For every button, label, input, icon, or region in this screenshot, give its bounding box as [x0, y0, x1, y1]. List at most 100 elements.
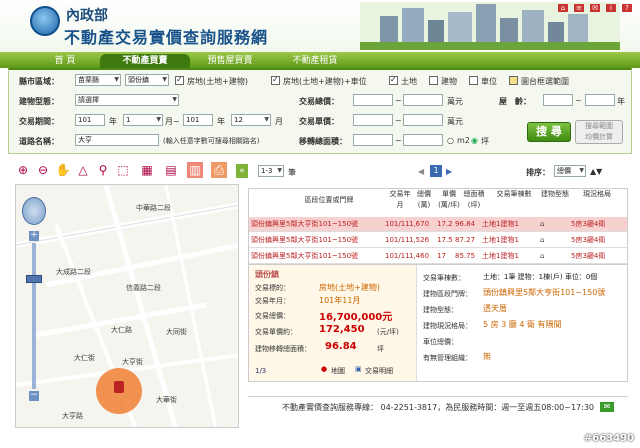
- building-checkbox[interactable]: [429, 76, 438, 85]
- month-from-select[interactable]: 1: [123, 114, 163, 126]
- land-building-parking-checkbox[interactable]: [271, 75, 280, 85]
- land-checkbox[interactable]: [389, 75, 398, 85]
- year-from-input[interactable]: 101: [75, 114, 105, 126]
- col-header-unit: 單價(萬/坪): [438, 190, 460, 209]
- total-price-min-input[interactable]: [353, 94, 393, 106]
- area-radio-m2[interactable]: ○: [447, 136, 454, 145]
- period-label: 交易期間：: [19, 117, 59, 126]
- table-row[interactable]: 頭份鎮興里5鄰大亨街101~150號 101/11 1,670 17.2 96.…: [249, 217, 627, 232]
- zoom-control: + −: [22, 197, 46, 407]
- detail-area-label: 建物移轉總面積：: [255, 345, 311, 353]
- pin-tool-icon[interactable]: ⚲: [95, 162, 111, 178]
- area-select-icon[interactable]: ⬚: [115, 162, 131, 178]
- col-header-area: 總面積(坪): [463, 190, 485, 209]
- email-icon[interactable]: ✉: [590, 4, 600, 12]
- county-label: 縣市區域：: [19, 77, 59, 86]
- detail-area-unit: 坪: [377, 345, 384, 353]
- detail-parking-label: 車位總價：: [423, 338, 458, 346]
- land-building-checkbox[interactable]: [175, 75, 184, 85]
- row-address: 頭份鎮興里5鄰大亨街101~150號: [251, 236, 359, 244]
- parking-checkbox[interactable]: [469, 76, 478, 85]
- layer-tool-icon[interactable]: ▤: [163, 162, 179, 178]
- road-label: 中華路二段: [136, 204, 171, 212]
- row-total: 1,460: [409, 252, 430, 260]
- info-icon[interactable]: i: [606, 4, 616, 12]
- detail-mgmt-value: 無: [483, 352, 491, 361]
- zoom-in-tool-icon[interactable]: ⊕: [15, 162, 31, 178]
- calculator-icon[interactable]: ▥: [187, 162, 203, 178]
- land-label: 土地: [401, 77, 417, 86]
- collapse-map-button[interactable]: «: [236, 164, 248, 178]
- tab-rental[interactable]: 不動產租賃: [270, 54, 360, 68]
- per-page-select[interactable]: 1-3: [258, 165, 284, 177]
- prev-page-icon[interactable]: ◀: [418, 167, 424, 176]
- year-text: 年: [217, 117, 225, 126]
- row-unit: 17: [437, 252, 446, 260]
- sort-asc-desc-icon[interactable]: ▲▼: [590, 167, 602, 176]
- building-type-icon[interactable]: ⌂: [540, 249, 544, 264]
- zoom-out-button[interactable]: −: [29, 391, 39, 401]
- page-number[interactable]: 1: [430, 165, 442, 177]
- row-count: 土地1建物1: [482, 236, 519, 244]
- table-row[interactable]: 頭份鎮興里5鄰大亨街101~150號 101/11 1,460 17 85.75…: [249, 249, 627, 264]
- pan-tool-icon[interactable]: ✋: [55, 162, 71, 178]
- unit-price-min-input[interactable]: [353, 114, 393, 126]
- tab-home[interactable]: 首 頁: [30, 54, 100, 68]
- age-max-input[interactable]: [585, 94, 615, 106]
- road-label: 道路名稱：: [19, 137, 59, 146]
- area-min-input[interactable]: [353, 134, 393, 146]
- area-average-calc-button[interactable]: 搜尋範圍 均價計算: [575, 120, 623, 144]
- road-label: 大仁路: [111, 326, 132, 334]
- building-type-select[interactable]: 請選擇: [75, 94, 179, 106]
- search-button[interactable]: 搜 尋: [527, 122, 571, 142]
- draw-area-label: 圖台框選範圍: [521, 77, 569, 86]
- county-select[interactable]: 苗栗縣: [75, 74, 121, 86]
- detail-link[interactable]: 交易明細: [365, 366, 393, 376]
- map-link[interactable]: 地圖: [331, 366, 345, 376]
- footer-divider: [248, 396, 628, 397]
- unit-price-max-input[interactable]: [403, 114, 443, 126]
- zoom-slider-track[interactable]: [32, 243, 36, 389]
- measure-tool-icon[interactable]: △: [75, 162, 91, 178]
- home-icon[interactable]: ⌂: [558, 4, 568, 12]
- main-nav: 首 頁 不動產買賣 預售屋買賣 不動產租賃: [0, 52, 640, 68]
- building-type-label: 建物型態：: [19, 97, 59, 106]
- road-input[interactable]: 大亨: [75, 134, 159, 146]
- year-to-input[interactable]: 101: [183, 114, 213, 126]
- col-header-address: 區段位置或門牌: [304, 196, 354, 204]
- area-radio-ping[interactable]: ◉: [471, 136, 478, 145]
- row-count: 土地1建物1: [482, 220, 519, 228]
- zoom-slider-thumb[interactable]: [26, 275, 42, 283]
- detail-count-value: 土地：1筆 建物：1棟(戶) 車位：0個: [483, 273, 598, 281]
- help-icon[interactable]: ?: [622, 4, 632, 12]
- month-to-select[interactable]: 12: [231, 114, 271, 126]
- sitemap-icon[interactable]: ≡: [574, 4, 584, 12]
- row-area: 87.27: [455, 236, 476, 244]
- sort-select[interactable]: 總價: [554, 165, 586, 177]
- next-page-icon[interactable]: ▶: [446, 167, 452, 176]
- zoom-out-tool-icon[interactable]: ⊖: [35, 162, 51, 178]
- detail-doc-icon[interactable]: ▣: [355, 365, 362, 373]
- detail-area-value: 96.84: [325, 341, 357, 352]
- detail-btype-label: 建物型態：: [423, 306, 458, 314]
- building-type-icon[interactable]: ⌂: [540, 233, 544, 248]
- detail-summary: 頭份鎮 交易標的： 房地(土地+建物) 交易年月： 101年11月 交易總價： …: [249, 265, 417, 381]
- town-select[interactable]: 頭份鎮: [125, 74, 169, 86]
- draw-area-checkbox[interactable]: [509, 76, 518, 85]
- house-pin-icon[interactable]: [114, 381, 124, 393]
- tab-real-estate-sale[interactable]: 不動產買賣: [100, 54, 190, 68]
- area-max-input[interactable]: [403, 134, 443, 146]
- building-type-icon[interactable]: ⌂: [540, 217, 544, 232]
- zoom-in-button[interactable]: +: [29, 231, 39, 241]
- print-icon[interactable]: ⎙: [211, 162, 227, 178]
- tab-presale[interactable]: 預售屋買賣: [190, 54, 270, 68]
- total-price-max-input[interactable]: [403, 94, 443, 106]
- table-row[interactable]: 頭份鎮興里5鄰大亨街101~150號 101/11 1,526 17.5 87.…: [249, 233, 627, 248]
- map-view[interactable]: 中華路二段 大成路二段 信義路二段 大仁路 大亨街 大同街 大仁街 大亨路 大華…: [15, 184, 239, 428]
- col-header-date: 交易年月: [389, 190, 411, 209]
- email-icon[interactable]: ✉: [600, 402, 614, 412]
- grid-tool-icon[interactable]: ▦: [139, 162, 155, 178]
- pan-control[interactable]: [22, 197, 46, 225]
- age-min-input[interactable]: [543, 94, 573, 106]
- map-pin-icon[interactable]: ●: [321, 365, 327, 373]
